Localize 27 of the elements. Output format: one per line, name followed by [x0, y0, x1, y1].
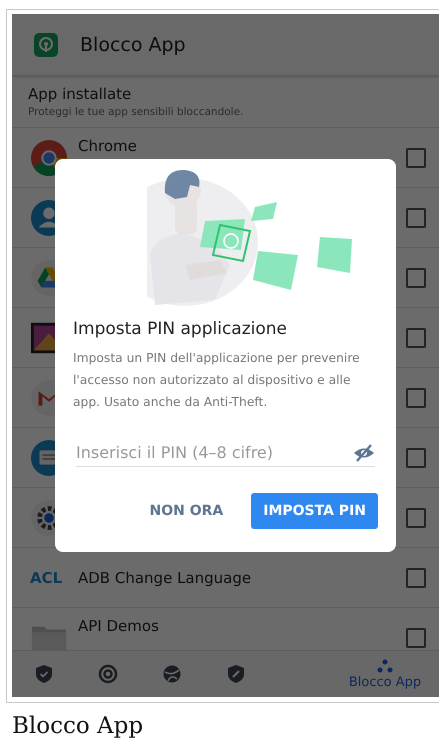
checkbox[interactable]	[406, 508, 426, 528]
checkbox[interactable]	[406, 568, 426, 588]
checkbox[interactable]	[406, 208, 426, 228]
set-pin-button[interactable]: IMPOSTA PIN	[251, 493, 378, 529]
lock-app-logo-icon	[34, 32, 58, 56]
not-now-button[interactable]: NON ORA	[138, 494, 236, 528]
section-subtitle: Proteggi le tue app sensibili bloccandole.	[28, 106, 244, 118]
app-name: ADB Change Language	[78, 568, 252, 586]
caption: Blocco App	[12, 713, 144, 739]
acl-label: ACL	[30, 568, 64, 586]
app-title: Blocco App	[80, 34, 186, 56]
section-title: App installate	[28, 85, 132, 103]
checkbox[interactable]	[406, 148, 426, 168]
app-name: API Demos	[78, 617, 160, 635]
dialog-title: Imposta PIN applicazione	[73, 319, 288, 339]
app-name: Chrome	[78, 137, 138, 155]
dots-icon	[377, 658, 393, 672]
shield-link-icon	[226, 664, 246, 684]
dialog-message: Imposta un PIN dell'applicazione per prevenire l'accesso non autorizzato al dispositivo e alle app. Usato anche da Anti-Theft.	[73, 350, 361, 411]
checkbox[interactable]	[406, 628, 426, 648]
eye-off-icon[interactable]	[353, 444, 375, 462]
checkbox[interactable]	[406, 328, 426, 348]
checkbox[interactable]	[406, 268, 426, 288]
shield-check-icon	[34, 664, 54, 684]
nav-tab[interactable]: Blocco App	[330, 651, 439, 697]
checkbox[interactable]	[406, 388, 426, 408]
checkbox[interactable]	[406, 448, 426, 468]
